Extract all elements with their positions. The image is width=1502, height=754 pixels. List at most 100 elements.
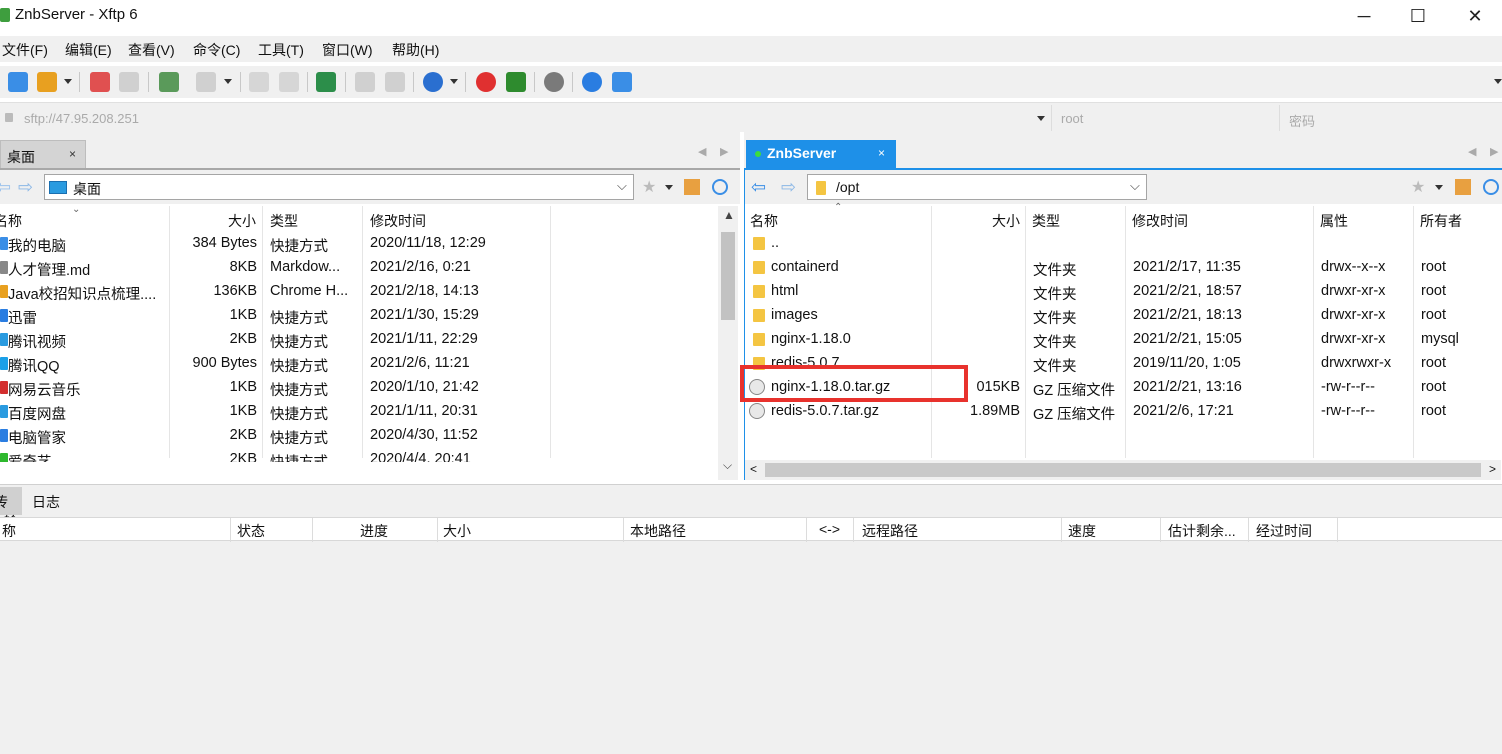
list-item[interactable]: images 文件夹 2021/2/21, 18:13 drwxr-xr-x root: [745, 304, 1502, 328]
list-item[interactable]: nginx-1.18.0 文件夹 2021/2/21, 15:05 drwxr-xr-…: [745, 328, 1502, 352]
list-item[interactable]: 腾讯QQ 900 Bytes 快捷方式 2021/2/6, 11:21: [0, 352, 718, 376]
new-session-icon[interactable]: [8, 72, 28, 92]
paste-icon[interactable]: [279, 72, 299, 92]
menu-file[interactable]: 文件(F): [2, 40, 48, 60]
delete-icon[interactable]: [355, 72, 375, 92]
col-size[interactable]: 大小: [443, 521, 471, 541]
menu-window[interactable]: 窗口(W): [322, 40, 373, 60]
close-button[interactable]: ✕: [1452, 0, 1498, 32]
copy-icon[interactable]: [249, 72, 269, 92]
close-icon[interactable]: ×: [878, 146, 885, 160]
forward-arrow-icon[interactable]: ⇨: [781, 177, 796, 198]
local-vertical-scrollbar[interactable]: ▲ ⌵: [718, 206, 738, 480]
list-item[interactable]: 我的电脑 384 Bytes 快捷方式 2020/11/18, 12:29: [0, 232, 718, 256]
help-icon[interactable]: [582, 72, 602, 92]
password-field[interactable]: 密码: [1282, 105, 1502, 131]
scroll-up-icon[interactable]: ▲: [723, 208, 735, 222]
view-dropdown-icon[interactable]: [224, 79, 232, 84]
local-path-input[interactable]: 桌面 ⌵: [44, 174, 634, 200]
col-elapsed[interactable]: 经过时间: [1256, 521, 1312, 541]
favorite-dropdown-icon[interactable]: [665, 185, 673, 190]
host-dropdown-icon[interactable]: [1037, 116, 1045, 121]
connect-icon[interactable]: [90, 72, 110, 92]
menu-command[interactable]: 命令(C): [193, 40, 240, 60]
back-arrow-icon[interactable]: ⇦: [751, 177, 766, 198]
list-item[interactable]: ..: [745, 232, 1502, 256]
list-item[interactable]: redis-5.0.7.tar.gz 1.89MB GZ 压缩文件 2021/2/6,…: [745, 400, 1502, 424]
refresh-icon[interactable]: [712, 179, 728, 195]
col-remaining[interactable]: 估计剩余...: [1168, 521, 1236, 541]
col-direction[interactable]: <->: [819, 521, 840, 537]
remote-horizontal-scrollbar[interactable]: < >: [745, 460, 1501, 480]
tab-scroll-left-icon[interactable]: ◀: [698, 145, 706, 158]
host-input[interactable]: sftp://47.95.208.251: [0, 105, 1052, 131]
col-remote-path[interactable]: 远程路径: [862, 521, 918, 541]
gear-icon[interactable]: [544, 72, 564, 92]
tab-scroll-left-icon[interactable]: ◀: [1468, 145, 1476, 158]
disconnect-icon[interactable]: [119, 72, 139, 92]
list-item[interactable]: html 文件夹 2021/2/21, 18:57 drwxr-xr-x root: [745, 280, 1502, 304]
list-item[interactable]: 网易云音乐 1KB 快捷方式 2020/1/10, 21:42: [0, 376, 718, 400]
col-size[interactable]: 大小: [932, 206, 1026, 232]
toolbar-overflow-icon[interactable]: [1494, 79, 1502, 84]
list-item[interactable]: 迅雷 1KB 快捷方式 2021/1/30, 15:29: [0, 304, 718, 328]
remote-path-input[interactable]: /opt ⌵: [807, 174, 1147, 200]
list-item[interactable]: Java校招知识点梳理.... 136KB Chrome H... 2021/2/18…: [0, 280, 718, 304]
tab-desktop[interactable]: 桌面 ×: [0, 140, 86, 168]
tab-znbserver[interactable]: ZnbServer ×: [746, 140, 896, 168]
scrollbar-thumb[interactable]: [721, 232, 735, 320]
col-type[interactable]: 类型: [1026, 206, 1126, 232]
col-speed[interactable]: 速度: [1068, 521, 1096, 541]
col-progress[interactable]: 进度: [360, 521, 388, 541]
list-item[interactable]: 爱奇艺 2KB 快捷方式 2020/4/4, 20:41: [0, 448, 718, 462]
tab-scroll-right-icon[interactable]: ▶: [720, 145, 728, 158]
col-type[interactable]: 类型: [263, 206, 363, 232]
refresh-icon[interactable]: [1483, 179, 1499, 195]
scroll-down-icon[interactable]: ⌵: [723, 458, 732, 473]
close-icon[interactable]: ×: [69, 147, 76, 161]
xftp-icon[interactable]: [506, 72, 526, 92]
minimize-button[interactable]: ─: [1341, 0, 1387, 32]
xshell-icon[interactable]: [476, 72, 496, 92]
maximize-button[interactable]: ☐: [1395, 0, 1441, 32]
open-folder-icon[interactable]: [37, 72, 57, 92]
tab-scroll-right-icon[interactable]: ▶: [1490, 145, 1498, 158]
open-dropdown-icon[interactable]: [64, 79, 72, 84]
col-name[interactable]: 称: [2, 521, 16, 541]
username-field[interactable]: root: [1054, 105, 1280, 131]
col-local-path[interactable]: 本地路径: [630, 521, 686, 541]
menu-edit[interactable]: 编辑(E): [65, 40, 112, 60]
col-modified[interactable]: 修改时间: [1126, 206, 1314, 232]
transfer-icon[interactable]: [316, 72, 336, 92]
col-size[interactable]: 大小: [170, 206, 263, 232]
list-item[interactable]: containerd 文件夹 2021/2/17, 11:35 drwx--x--x r…: [745, 256, 1502, 280]
view-icon[interactable]: [196, 72, 216, 92]
scroll-left-icon[interactable]: <: [750, 462, 757, 476]
menu-view[interactable]: 查看(V): [128, 40, 175, 60]
list-item[interactable]: 百度网盘 1KB 快捷方式 2021/1/11, 20:31: [0, 400, 718, 424]
menu-tools[interactable]: 工具(T): [258, 40, 304, 60]
tab-log[interactable]: 日志: [28, 487, 64, 515]
refresh-icon[interactable]: [385, 72, 405, 92]
col-name[interactable]: 名称 ⌄: [0, 204, 170, 232]
menu-help[interactable]: 帮助(H): [392, 40, 439, 60]
scroll-right-icon[interactable]: >: [1489, 462, 1496, 476]
list-item[interactable]: 人才管理.md 8KB Markdow... 2021/2/16, 0:21: [0, 256, 718, 280]
chevron-down-icon[interactable]: ⌵: [617, 178, 627, 194]
encoding-dropdown-icon[interactable]: [450, 79, 458, 84]
col-owner[interactable]: 所有者: [1414, 206, 1502, 232]
chevron-down-icon[interactable]: ⌵: [1130, 178, 1140, 194]
favorite-star-icon[interactable]: ★: [642, 177, 658, 196]
col-name[interactable]: 名称 ⌃: [745, 202, 932, 232]
forward-arrow-icon[interactable]: ⇨: [18, 177, 33, 198]
home-icon[interactable]: [684, 179, 700, 195]
list-item[interactable]: 电脑管家 2KB 快捷方式 2020/4/30, 11:52: [0, 424, 718, 448]
chat-icon[interactable]: [612, 72, 632, 92]
globe-icon[interactable]: [423, 72, 443, 92]
favorite-star-icon[interactable]: ★: [1411, 177, 1427, 196]
list-item[interactable]: 腾讯视频 2KB 快捷方式 2021/1/11, 22:29: [0, 328, 718, 352]
col-permissions[interactable]: 属性: [1314, 206, 1414, 232]
col-status[interactable]: 状态: [237, 521, 265, 541]
home-icon[interactable]: [1455, 179, 1471, 195]
favorite-dropdown-icon[interactable]: [1435, 185, 1443, 190]
